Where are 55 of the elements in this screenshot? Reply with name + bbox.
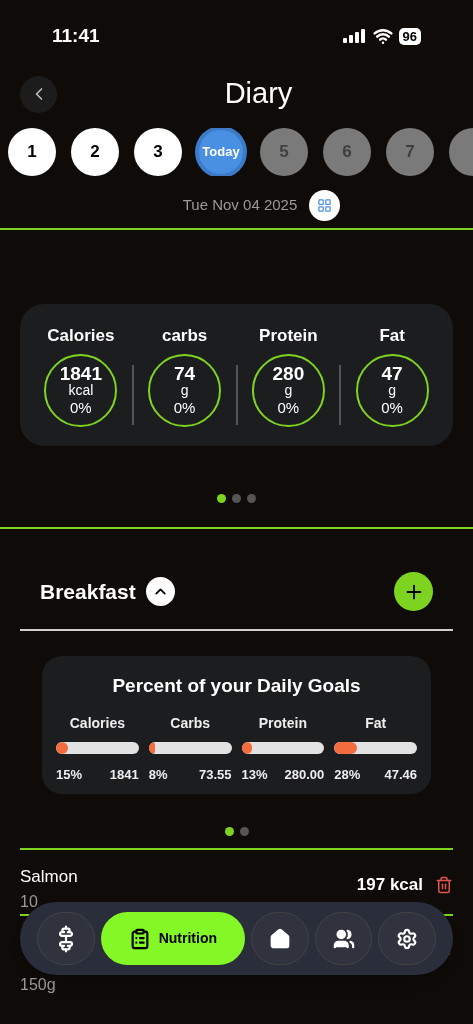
day-button[interactable]: 2 <box>71 128 119 176</box>
goal-label: Carbs <box>170 713 210 733</box>
goal-amount: 73.55 <box>198 765 232 784</box>
nutrient-unit: kcal <box>68 382 94 400</box>
nutrient-percent: 0% <box>173 399 196 417</box>
collapse-button[interactable] <box>145 577 175 606</box>
tab-button[interactable] <box>251 912 309 965</box>
food-name: Salmon <box>20 866 78 888</box>
day-button[interactable]: 1 <box>8 128 56 176</box>
nutrient-value: 280 <box>272 365 305 383</box>
nutrient-label: Protein <box>259 324 318 347</box>
food-calories: 197 kcal <box>356 874 423 896</box>
nutrient-label: Calories <box>47 324 115 347</box>
goal-amount: 1841 <box>109 765 139 784</box>
goal-percent: 28% <box>334 765 361 784</box>
nutrient-label: Fat <box>379 324 405 347</box>
goal-label: Calories <box>69 713 125 733</box>
users-icon <box>332 927 355 950</box>
food-amount: 10 <box>20 891 39 912</box>
meal-title: Breakfast <box>40 578 136 605</box>
nutrient-label: carbs <box>161 324 208 347</box>
tab-button[interactable]: Nutrition <box>100 912 245 965</box>
goals-title: Percent of your Daily Goals <box>112 674 361 698</box>
wifi-icon <box>372 26 393 46</box>
nutrient-value: 47 <box>381 365 403 383</box>
page-title: Diary <box>223 76 293 112</box>
home-icon <box>268 927 291 950</box>
status-time: 11:41 <box>52 23 100 48</box>
nutrient-value: 1841 <box>59 365 102 383</box>
nutrient-unit: g <box>284 382 293 400</box>
nutrient-unit: g <box>388 382 396 400</box>
calendar-button[interactable] <box>309 190 341 221</box>
goal-label: Protein <box>258 713 307 733</box>
nutrient-percent: 0% <box>277 399 300 417</box>
nutrient-percent: 0% <box>381 399 403 417</box>
date-label: Tue Nov 04 2025 <box>182 195 298 216</box>
signal-icon <box>342 29 367 43</box>
grid-icon <box>317 198 333 213</box>
goal-percent: 8% <box>148 765 168 784</box>
tab-button[interactable] <box>37 912 95 965</box>
goal-label: Fat <box>365 713 387 733</box>
tab-button[interactable] <box>378 912 436 965</box>
goal-amount: 47.46 <box>384 765 417 784</box>
settings-icon <box>396 927 419 950</box>
day-button[interactable]: 3 <box>134 128 182 176</box>
nutrient-value: 74 <box>174 365 196 383</box>
food-amount: 150g <box>20 976 56 994</box>
add-button[interactable] <box>394 572 433 611</box>
battery-indicator: 96 <box>398 27 421 45</box>
goal-amount: 280.00 <box>284 765 325 784</box>
trash-icon[interactable] <box>435 875 453 894</box>
nutrient-percent: 0% <box>70 399 92 417</box>
goal-percent: 13% <box>241 765 268 784</box>
nutrient-unit: g <box>180 382 189 400</box>
goal-percent: 15% <box>56 765 83 784</box>
